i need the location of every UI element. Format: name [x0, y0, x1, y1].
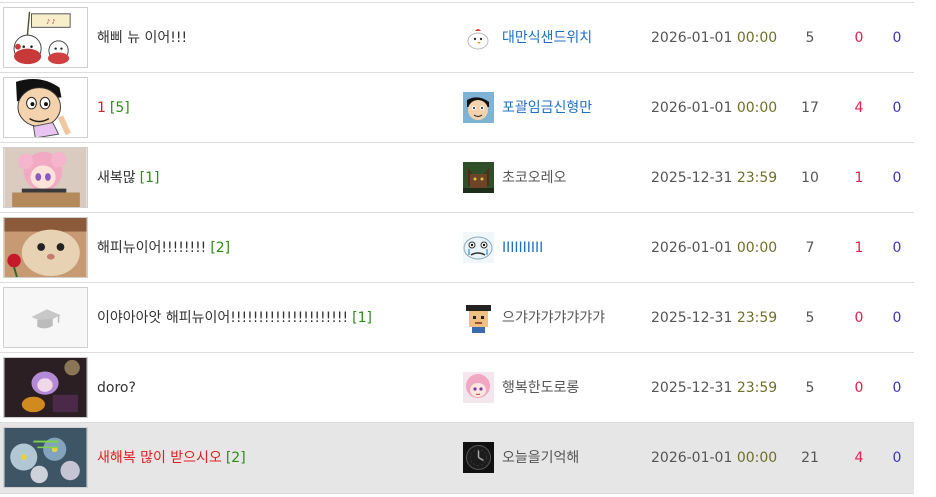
graduation-cap-placeholder-icon[interactable] — [3, 287, 88, 348]
post-row[interactable]: ♪ ♪ 해삐 뉴 이어!!! 대만식샌드위치 2026-01-01 00:00 … — [0, 3, 914, 73]
author-name[interactable]: 포괄임금신형만 — [502, 73, 592, 143]
post-title-cell[interactable]: 이야아아앗 해피뉴이어!!!!!!!!!!!!!!!!!!!!! [1] — [97, 283, 372, 353]
view-count: 21 — [801, 450, 819, 466]
dark-clock-avatar-icon — [463, 442, 494, 473]
post-date: 2026-01-01 — [651, 240, 733, 256]
post-datetime: 2025-12-31 23:59 — [651, 283, 777, 353]
cartoon-man-thumbnail[interactable] — [3, 77, 88, 138]
post-row-highlighted[interactable]: 새해복 많이 받으시오 [2] 오늘을기억해 2026-01-01 00:00 2… — [0, 423, 914, 494]
post-title[interactable]: 새해복 많이 받으시오 — [97, 450, 222, 466]
post-date: 2025-12-31 — [651, 310, 733, 326]
comment-count[interactable]: [2] — [210, 240, 230, 256]
post-row[interactable]: 1 [5] 포괄임금신형만 2026-01-01 00:00 17 4 0 — [0, 73, 914, 143]
post-row[interactable]: 새복많 [1] 초코오레오 2025-12-31 23:59 10 1 0 — [0, 143, 914, 213]
like-count: 0 — [854, 310, 864, 326]
view-count: 10 — [801, 170, 819, 186]
post-date: 2025-12-31 — [651, 170, 733, 186]
post-title-cell[interactable]: 해피뉴이어!!!!!!!! [2] — [97, 213, 230, 283]
dislike-count: 0 — [892, 380, 902, 396]
svg-text:♪ ♪: ♪ ♪ — [46, 18, 56, 25]
post-time: 23:59 — [736, 170, 778, 186]
view-count: 5 — [805, 380, 815, 396]
post-date: 2026-01-01 — [651, 30, 733, 46]
like-count: 1 — [854, 170, 864, 186]
post-datetime: 2026-01-01 00:00 — [651, 73, 777, 143]
author-name[interactable]: 초코오레오 — [502, 143, 566, 213]
post-time: 23:59 — [736, 380, 778, 396]
author-name[interactable]: 행복한도로롱 — [502, 353, 579, 423]
post-row[interactable]: 해피뉴이어!!!!!!!! [2] IIIIIIIIII 2026-01-01 0… — [0, 213, 914, 283]
like-count: 4 — [854, 450, 864, 466]
comment-count[interactable]: [2] — [226, 450, 246, 466]
post-row[interactable]: 이야아아앗 해피뉴이어!!!!!!!!!!!!!!!!!!!!! [1] 으갸갸갸… — [0, 283, 914, 353]
view-count: 7 — [805, 240, 815, 256]
post-datetime: 2026-01-01 00:00 — [651, 213, 777, 283]
post-time: 00:00 — [736, 100, 778, 116]
post-title[interactable]: 새복많 — [97, 170, 136, 186]
post-title-cell[interactable]: doro? — [97, 353, 136, 423]
pixel-graduate-avatar-icon — [463, 302, 494, 333]
post-row[interactable]: doro? 행복한도로롱 2025-12-31 23:59 5 0 0 — [0, 353, 914, 423]
post-time: 23:59 — [736, 310, 778, 326]
view-count: 17 — [801, 100, 819, 116]
comment-count[interactable]: [1] — [140, 170, 160, 186]
post-title[interactable]: 해피뉴이어!!!!!!!! — [97, 240, 206, 256]
post-date: 2025-12-31 — [651, 380, 733, 396]
new-year-flowers-thumbnail[interactable] — [3, 427, 88, 488]
post-datetime: 2026-01-01 00:00 — [651, 423, 777, 493]
comment-count[interactable]: [5] — [110, 100, 130, 116]
like-count: 0 — [854, 30, 864, 46]
post-datetime: 2026-01-01 00:00 — [651, 3, 777, 73]
cat-with-rose-thumbnail[interactable] — [3, 217, 88, 278]
like-count: 4 — [854, 100, 864, 116]
dislike-count: 0 — [892, 170, 902, 186]
author-name[interactable]: 으갸갸갸갸갸갸갸 — [502, 283, 605, 353]
crying-face-avatar-icon — [463, 232, 494, 263]
dislike-count: 0 — [892, 310, 902, 326]
post-time: 00:00 — [736, 30, 778, 46]
dislike-count: 0 — [892, 100, 902, 116]
post-list: ♪ ♪ 해삐 뉴 이어!!! 대만식샌드위치 2026-01-01 00:00 … — [0, 0, 914, 497]
dislike-count: 0 — [892, 450, 902, 466]
post-title-cell[interactable]: 새복많 [1] — [97, 143, 159, 213]
dislike-count: 0 — [892, 30, 902, 46]
post-datetime: 2025-12-31 23:59 — [651, 143, 777, 213]
post-title[interactable]: 1 — [97, 100, 106, 116]
post-date: 2026-01-01 — [651, 450, 733, 466]
post-title[interactable]: 해삐 뉴 이어!!! — [97, 30, 187, 46]
post-time: 00:00 — [736, 450, 778, 466]
post-title-cell[interactable]: 해삐 뉴 이어!!! — [97, 3, 187, 73]
post-datetime: 2025-12-31 23:59 — [651, 353, 777, 423]
like-count: 0 — [854, 380, 864, 396]
author-name[interactable]: IIIIIIIIII — [502, 213, 543, 283]
dislike-count: 0 — [892, 240, 902, 256]
cat-avatar-icon — [463, 162, 494, 193]
anime-girl-thumbnail[interactable] — [3, 147, 88, 208]
post-time: 00:00 — [736, 240, 778, 256]
post-title[interactable]: doro? — [97, 380, 136, 396]
pink-hair-avatar-icon — [463, 372, 494, 403]
view-count: 5 — [805, 310, 815, 326]
chick-avatar-icon — [463, 22, 494, 53]
like-count: 1 — [854, 240, 864, 256]
post-date: 2026-01-01 — [651, 100, 733, 116]
author-name[interactable]: 오늘을기억해 — [502, 423, 579, 493]
author-name[interactable]: 대만식샌드위치 — [502, 3, 592, 73]
dark-anime-thumbnail[interactable] — [3, 357, 88, 418]
post-title[interactable]: 이야아아앗 해피뉴이어!!!!!!!!!!!!!!!!!!!!! — [97, 310, 348, 326]
cartoon-man-avatar-icon — [463, 92, 494, 123]
happy-2026-cartoon-thumbnail[interactable]: ♪ ♪ — [3, 7, 88, 68]
post-title-cell[interactable]: 1 [5] — [97, 73, 130, 143]
view-count: 5 — [805, 30, 815, 46]
post-title-cell[interactable]: 새해복 많이 받으시오 [2] — [97, 423, 246, 493]
comment-count[interactable]: [1] — [352, 310, 372, 326]
